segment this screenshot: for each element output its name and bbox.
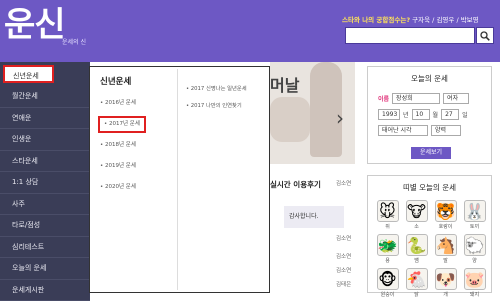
zodiac-label: 쥐 — [385, 223, 390, 230]
menu-item-yearly-special[interactable]: • 2017 신명나는 일년운세 — [186, 81, 247, 98]
zodiac-dog[interactable]: 🐶개 — [431, 268, 460, 298]
sidebar-item-consult[interactable]: 1:1 상담 — [0, 172, 90, 194]
tiger-icon: 🐯 — [435, 200, 457, 222]
zodiac-tiger[interactable]: 🐯호랑이 — [431, 200, 460, 230]
banner-person-image — [270, 97, 310, 142]
sidebar-item-psych[interactable]: 심리테스트 — [0, 237, 90, 259]
name-field[interactable]: 장성희 — [392, 93, 440, 104]
zodiac-ox[interactable]: 🐮소 — [402, 200, 431, 230]
zodiac-label: 용 — [385, 257, 390, 264]
realtime-title: 실시간 이용후기 — [270, 179, 321, 190]
zodiac-rat[interactable]: 🐭쥐 — [373, 200, 402, 230]
review-message[interactable]: 감사합니다. — [284, 206, 344, 228]
zodiac-rooster[interactable]: 🐔닭 — [402, 268, 431, 298]
zodiac-dragon[interactable]: 🐲용 — [373, 234, 402, 264]
zodiac-fortune-panel: 띠별 오늘의 운세 🐭쥐 🐮소 🐯호랑이 🐰토끼 🐲용 🐍뱀 🐴말 🐑양 🐵원숭… — [367, 175, 492, 293]
year-select[interactable]: 1993 — [378, 109, 400, 120]
dragon-icon: 🐲 — [377, 234, 399, 256]
sidebar-item-tarot[interactable]: 타로/점성 — [0, 215, 90, 237]
mega-menu-title: 신년운세 — [100, 75, 131, 87]
sidebar-item-love[interactable]: 연애운 — [0, 108, 90, 130]
zodiac-title: 띠별 오늘의 운세 — [368, 182, 491, 193]
review-author: 김태은 — [336, 280, 351, 288]
review-author: 김소연 — [336, 234, 351, 242]
zodiac-rabbit[interactable]: 🐰토끼 — [460, 200, 489, 230]
chevron-right-icon[interactable]: › — [336, 106, 344, 130]
promo-highlight[interactable]: 스타와 나의 궁합점수는? — [342, 16, 410, 24]
fortune-title: 오늘의 운세 — [368, 73, 491, 84]
mega-menu: 신년운세 • 2016년 운세 • 2017년 운세 • 2018년 운세 • … — [89, 66, 270, 293]
promo-names[interactable]: 구자욱 / 김영우 / 박보영 — [410, 16, 479, 24]
pig-icon: 🐷 — [464, 268, 486, 290]
sheep-icon: 🐑 — [464, 234, 486, 256]
month-unit: 월 — [433, 110, 439, 119]
sidebar-item-monthly[interactable]: 월간운세 — [0, 86, 90, 108]
sidebar-nav: 신년운세 월간운세 연애운 인생운 스타운세 1:1 상담 사주 타로/점성 심… — [0, 62, 90, 300]
zodiac-label: 소 — [414, 223, 419, 230]
sidebar-item-star[interactable]: 스타운세 — [0, 151, 90, 173]
dog-icon: 🐶 — [435, 268, 457, 290]
rat-icon: 🐭 — [377, 200, 399, 222]
month-select[interactable]: 10 — [412, 109, 430, 120]
birth-time-select[interactable]: 태어난 시각 — [378, 125, 428, 136]
menu-item-2016[interactable]: • 2016년 운세 — [98, 93, 146, 114]
name-label: 이름 — [378, 94, 389, 103]
menu-item-2017[interactable]: • 2017년 운세 — [98, 116, 146, 133]
day-unit: 일 — [462, 110, 468, 119]
snake-icon: 🐍 — [406, 234, 428, 256]
monkey-icon: 🐵 — [377, 268, 399, 290]
calendar-select[interactable]: 양력 — [431, 125, 461, 136]
mega-menu-specials: • 2017 신명나는 일년운세 • 2017 나만의 인연찾기 — [186, 81, 247, 115]
horse-icon: 🐴 — [435, 234, 457, 256]
search-icon — [480, 31, 490, 41]
zodiac-sheep[interactable]: 🐑양 — [460, 234, 489, 264]
menu-divider — [177, 69, 178, 290]
zodiac-label: 호랑이 — [439, 223, 453, 230]
sidebar-item-life[interactable]: 인생운 — [0, 129, 90, 151]
zodiac-horse[interactable]: 🐴말 — [431, 234, 460, 264]
menu-item-2019[interactable]: • 2019년 운세 — [98, 156, 146, 177]
day-select[interactable]: 27 — [441, 109, 459, 120]
ox-icon: 🐮 — [406, 200, 428, 222]
sidebar-item-saju[interactable]: 사주 — [0, 194, 90, 216]
menu-item-2020[interactable]: • 2020년 운세 — [98, 177, 146, 198]
mega-menu-years: • 2016년 운세 • 2017년 운세 • 2018년 운세 • 2019년… — [98, 93, 146, 198]
menu-item-find-match[interactable]: • 2017 나만의 인연찾기 — [186, 98, 247, 115]
review-author: 김소연 — [336, 266, 351, 274]
banner-text: 머날 — [270, 72, 299, 96]
site-logo[interactable]: 운신 — [4, 5, 65, 45]
today-fortune-panel: 오늘의 운세 이름 장성희 여자 1993 년 10 월 27 일 태어난 시각… — [367, 66, 492, 164]
rooster-icon: 🐔 — [406, 268, 428, 290]
zodiac-label: 양 — [472, 257, 477, 264]
sidebar-item-today[interactable]: 오늘의 운세 — [0, 258, 90, 280]
zodiac-label: 뱀 — [414, 257, 419, 264]
review-author: 김소연 — [336, 179, 351, 187]
logo-subtitle: 운세의 신 — [62, 37, 86, 46]
view-fortune-button[interactable]: 운세보기 — [411, 147, 451, 159]
zodiac-label: 닭 — [414, 291, 419, 298]
search-input[interactable] — [345, 27, 475, 44]
zodiac-label: 개 — [443, 291, 448, 298]
promo-banner[interactable]: 스타와 나의 궁합점수는? 구자욱 / 김영우 / 박보영 — [342, 14, 479, 24]
menu-item-2018[interactable]: • 2018년 운세 — [98, 135, 146, 156]
zodiac-label: 돼지 — [470, 291, 479, 298]
site-header: 운신 운세의 신 스타와 나의 궁합점수는? 구자욱 / 김영우 / 박보영 — [0, 0, 500, 62]
sidebar-item-new-year[interactable]: 신년운세 — [3, 65, 54, 83]
zodiac-snake[interactable]: 🐍뱀 — [402, 234, 431, 264]
zodiac-pig[interactable]: 🐷돼지 — [460, 268, 489, 298]
review-author: 김소연 — [336, 252, 351, 260]
rabbit-icon: 🐰 — [464, 200, 486, 222]
zodiac-label: 말 — [443, 257, 448, 264]
zodiac-label: 토끼 — [470, 223, 479, 230]
zodiac-monkey[interactable]: 🐵원숭이 — [373, 268, 402, 298]
realtime-reviews: 실시간 이용후기 김소연 감사합니다. 김소연 김소연 김소연 김태은 — [270, 174, 355, 300]
zodiac-label: 원숭이 — [381, 291, 395, 298]
search-button[interactable] — [476, 27, 494, 44]
sidebar-item-board[interactable]: 운세게시판 — [0, 280, 90, 301]
year-unit: 년 — [403, 110, 409, 119]
zodiac-grid: 🐭쥐 🐮소 🐯호랑이 🐰토끼 🐲용 🐍뱀 🐴말 🐑양 🐵원숭이 🐔닭 🐶개 🐷돼… — [373, 200, 489, 298]
gender-select[interactable]: 여자 — [443, 93, 469, 104]
